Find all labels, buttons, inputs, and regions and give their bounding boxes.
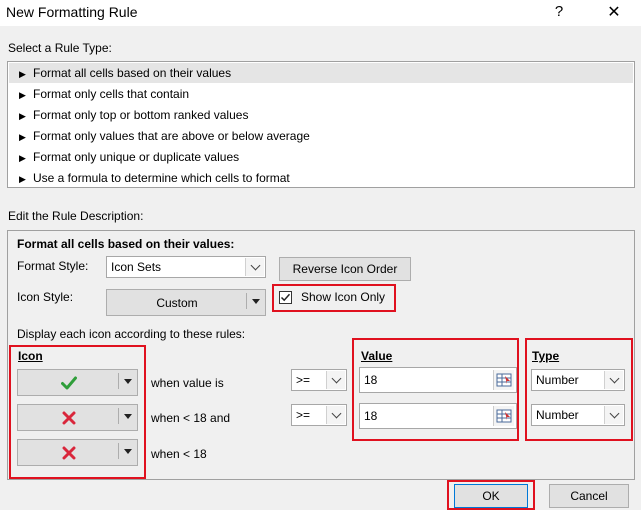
icon-style-select[interactable]: Custom — [106, 289, 266, 316]
rule-type-item[interactable]: ▶ Format only values that are above or be… — [9, 126, 633, 146]
ok-button-highlight — [447, 480, 535, 510]
chevron-down-icon — [326, 406, 345, 424]
dialog-title: New Formatting Rule — [6, 4, 138, 20]
rule-type-list[interactable]: ▶ Format all cells based on their values … — [7, 61, 635, 188]
triangle-right-icon: ▶ — [19, 174, 26, 184]
rule-type-item[interactable]: ▶ Format only cells that contain — [9, 84, 633, 104]
triangle-right-icon: ▶ — [19, 69, 26, 79]
type-column-highlight — [525, 338, 633, 441]
chevron-down-icon — [326, 371, 345, 389]
format-style-select[interactable]: Icon Sets — [106, 256, 266, 278]
icon-style-label: Icon Style: — [17, 290, 74, 304]
rule-description-label: Edit the Rule Description: — [8, 209, 144, 223]
format-style-label: Format Style: — [17, 259, 89, 273]
close-button[interactable]: ✕ — [604, 2, 624, 22]
show-icon-only-checkbox[interactable] — [279, 291, 292, 304]
reverse-icon-order-button[interactable]: Reverse Icon Order — [279, 257, 411, 281]
rule-type-label: Select a Rule Type: — [8, 41, 112, 55]
triangle-right-icon: ▶ — [19, 132, 26, 142]
description-heading: Format all cells based on their values: — [17, 237, 235, 251]
condition-label-row-2: when < 18 and — [151, 411, 231, 425]
icon-column-highlight — [9, 345, 146, 479]
rule-type-item[interactable]: ▶ Use a formula to determine which cells … — [9, 168, 633, 188]
triangle-right-icon: ▶ — [19, 153, 26, 163]
triangle-right-icon: ▶ — [19, 90, 26, 100]
display-rules-label: Display each icon according to these rul… — [17, 327, 246, 341]
rule-type-item[interactable]: ▶ Format only top or bottom ranked values — [9, 105, 633, 125]
rule-type-item[interactable]: ▶ Format all cells based on their values — [9, 63, 633, 83]
rule-type-item[interactable]: ▶ Format only unique or duplicate values — [9, 147, 633, 167]
value-column-highlight — [352, 338, 519, 441]
chevron-down-icon — [245, 258, 264, 276]
help-button[interactable]: ? — [549, 3, 569, 20]
operator-select-row-1[interactable]: >= — [291, 369, 347, 391]
condition-label-row-1: when value is — [151, 376, 224, 390]
condition-label-row-3: when < 18 — [151, 447, 207, 461]
triangle-right-icon: ▶ — [19, 111, 26, 121]
checkmark-icon — [280, 293, 291, 302]
operator-select-row-2[interactable]: >= — [291, 404, 347, 426]
cancel-button[interactable]: Cancel — [549, 484, 629, 508]
show-icon-only-label[interactable]: Show Icon Only — [301, 290, 385, 304]
caret-down-icon — [252, 299, 260, 304]
